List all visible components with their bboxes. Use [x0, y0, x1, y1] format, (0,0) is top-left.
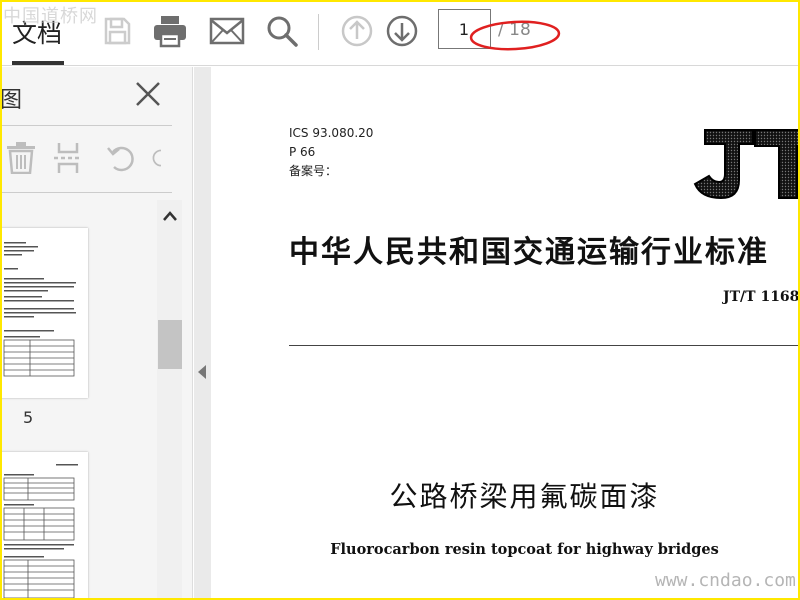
sidebar-splitter[interactable] — [194, 67, 211, 600]
rotate-right-button[interactable] — [150, 139, 172, 177]
thumbnail-sidebar: 图 5 — [0, 67, 193, 600]
ics-classification-block: ICS 93.080.20 P 66 备案号： — [289, 124, 373, 181]
scroll-up-button[interactable] — [158, 204, 182, 228]
next-page-button[interactable] — [382, 11, 422, 51]
watermark-bottom: www.cndao.com — [655, 570, 796, 591]
horizontal-rule — [289, 345, 800, 346]
watermark-top: 中国道桥网 — [3, 6, 98, 27]
jt-logo — [693, 129, 800, 200]
collapse-sidebar-arrow-icon[interactable] — [198, 365, 206, 379]
page-thumbnail-preview — [3, 464, 78, 599]
sidebar-scrollbar[interactable] — [157, 200, 182, 600]
ics-line: 备案号： — [289, 164, 338, 178]
extract-pages-button[interactable] — [49, 139, 87, 177]
search-button[interactable] — [262, 11, 302, 51]
sidebar-title: 图 — [0, 88, 23, 113]
mail-icon — [209, 17, 245, 45]
toolbar-separator — [318, 14, 319, 50]
page-thumbnail[interactable] — [0, 452, 88, 600]
document-page: ICS 93.080.20 P 66 备案号： 中华人民共和国交通运输行业标准 … — [211, 67, 800, 600]
search-icon — [267, 16, 298, 47]
scrollbar-thumb[interactable] — [158, 320, 182, 369]
save-button[interactable] — [97, 11, 137, 51]
chevron-up-icon — [163, 211, 177, 221]
standard-title: 中华人民共和国交通运输行业标准 — [289, 235, 769, 270]
previous-page-button[interactable] — [337, 11, 377, 51]
sidebar-divider — [0, 125, 172, 126]
delete-page-button[interactable] — [2, 139, 40, 177]
document-chinese-title: 公路桥梁用氟碳面漆 — [389, 480, 660, 513]
document-english-title: Fluorocarbon resin topcoat for highway b… — [330, 541, 719, 558]
close-icon — [136, 82, 160, 106]
sidebar-divider — [0, 192, 172, 193]
toolbar: 文档 1 / 18 — [0, 0, 800, 66]
trash-icon — [7, 142, 35, 174]
page-thumbnail[interactable] — [0, 228, 88, 398]
arrow-up-circle-icon — [341, 15, 373, 47]
tab-active-indicator — [12, 61, 64, 65]
ics-line: ICS 93.080.20 — [289, 126, 374, 140]
print-icon — [154, 16, 186, 48]
page-number-input[interactable] — [438, 9, 491, 49]
rotate-right-icon — [152, 149, 162, 167]
print-button[interactable] — [150, 11, 190, 51]
mail-button[interactable] — [207, 11, 247, 51]
ics-line: P 66 — [289, 145, 316, 159]
arrow-down-circle-icon — [386, 15, 418, 47]
save-icon — [104, 17, 131, 45]
page-total-label: / 18 — [498, 20, 531, 40]
thumbnail-page-number: 5 — [23, 408, 34, 427]
extract-pages-icon — [54, 143, 82, 173]
rotate-left-icon — [107, 146, 134, 172]
page-thumbnail-preview — [3, 242, 76, 377]
rotate-left-button[interactable] — [102, 139, 140, 177]
sidebar-close-button[interactable] — [133, 79, 163, 109]
standard-code: JT/T 1168 — [723, 289, 800, 305]
